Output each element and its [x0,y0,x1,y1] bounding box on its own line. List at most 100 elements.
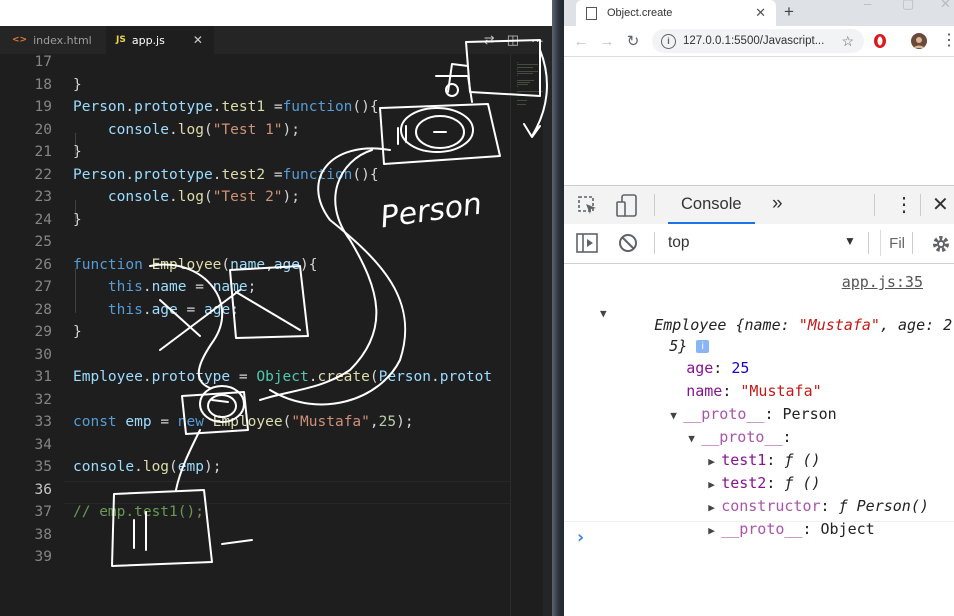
tab-index-html[interactable]: <> index.html [0,26,118,54]
line-number[interactable]: 21 [0,141,52,164]
separator [920,194,921,216]
line-number[interactable]: 17 [0,51,52,74]
bookmark-star-icon[interactable]: ☆ [841,33,854,50]
code-token: Employee [151,256,222,273]
line-number[interactable]: 35 [0,456,52,479]
forward-icon[interactable]: → [594,33,620,50]
minimap-line [517,79,534,81]
code-line[interactable]: this.age = age; [73,299,239,322]
more-actions-icon[interactable]: ··· [531,33,544,48]
line-number[interactable]: 39 [0,546,52,569]
minimize-icon[interactable]: – [864,0,871,11]
code-token: test1 [221,99,266,115]
line-number[interactable]: 23 [0,186,52,209]
console-prompt-icon[interactable]: › [575,527,586,548]
tab-console[interactable]: Console [668,186,755,224]
code-line[interactable]: Person.prototype.test2 =function(){ [73,164,379,187]
address-bar[interactable]: i 127.0.0.1:5500/Javascript... ☆ [652,29,864,53]
open-changes-icon[interactable]: ⇄ [484,32,495,48]
line-number[interactable]: 30 [0,344,52,367]
code-line[interactable]: const emp = new Employee("Mustafa",25); [73,411,414,434]
device-toolbar-icon[interactable] [616,194,638,218]
back-icon[interactable]: ← [568,33,594,50]
line-number[interactable]: 22 [0,164,52,187]
code-line[interactable]: } [73,141,82,164]
line-number[interactable]: 28 [0,299,52,322]
code-token: , [369,414,379,430]
code-token: emp [125,414,152,430]
context-selector[interactable]: top [668,234,690,252]
filter-input[interactable]: Fil [880,230,905,256]
browser-window: Object.create ✕ + – ▢ ✕ ← → ↻ i 127.0.0.… [564,0,954,616]
source-link[interactable]: app.js:35 [842,273,923,291]
editor-scrollbar[interactable] [543,54,552,616]
code-token: ( [203,189,213,205]
browser-tab[interactable]: Object.create ✕ [576,0,776,26]
inspect-element-icon[interactable] [578,196,598,216]
close-devtools-icon[interactable]: ✕ [932,192,949,217]
code-line[interactable]: } [73,74,82,97]
expand-triangle-icon[interactable]: ▼ [600,307,613,320]
close-tab-icon[interactable]: ✕ [755,5,766,21]
editor-title-strip [0,0,552,26]
reload-icon[interactable]: ↻ [620,32,646,50]
code-token: ( [169,459,178,475]
code-line[interactable]: console.log(emp); [73,456,221,479]
maximize-icon[interactable]: ▢ [902,0,914,12]
code-token: ){ [300,256,318,273]
html-file-icon: <> [12,35,28,45]
clear-console-icon[interactable] [618,233,638,253]
settings-gear-icon[interactable] [930,233,952,255]
close-window-icon[interactable]: ✕ [940,0,951,12]
close-tab-icon[interactable]: ✕ [193,33,203,47]
code-line[interactable]: console.log("Test 1"); [73,119,300,142]
line-number[interactable]: 18 [0,74,52,97]
code-token: age [203,301,231,318]
opera-extension-icon[interactable] [872,33,888,49]
tab-console-label: Console [681,194,742,213]
tab-app-js[interactable]: JS app.js ✕ [106,26,214,54]
collapse-triangle-icon[interactable]: ▶ [708,519,721,542]
line-number[interactable]: 38 [0,524,52,547]
line-number[interactable]: 36 [0,479,52,502]
console-output[interactable]: app.js:35 Employee {name: "Mustafa", age… [564,264,954,616]
code-line[interactable]: // emp.test1(); [73,501,204,524]
line-number[interactable]: 34 [0,434,52,457]
code-token: = [265,166,283,183]
more-tabs-icon[interactable]: » [772,193,783,215]
line-number[interactable]: 27 [0,276,52,299]
minimap-line [517,64,538,66]
code-line[interactable]: } [73,321,82,344]
profile-avatar[interactable] [910,33,928,51]
url-text: 127.0.0.1:5500/Javascript... [683,35,825,47]
line-number[interactable]: 25 [0,231,52,254]
code-line[interactable]: console.log("Test 2"); [73,186,300,209]
minimap-line [517,99,528,101]
devtools-tab-bar: Console » ⋮ ✕ [564,185,954,225]
devtools-menu-icon[interactable]: ⋮ [894,192,914,217]
code-line[interactable]: Person.prototype.test1 =function(){ [73,96,379,119]
code-line[interactable]: this.name = name; [73,276,256,299]
line-number[interactable]: 29 [0,321,52,344]
info-icon[interactable]: i [661,33,676,49]
line-number[interactable]: 37 [0,501,52,524]
code-area[interactable]: 17 18} 19 Person.prototype.test1 =function(… [0,54,510,616]
line-number[interactable]: 32 [0,389,52,412]
line-number[interactable]: 31 [0,366,52,389]
browser-tab-strip: Object.create ✕ + – ▢ ✕ [564,0,954,26]
browser-menu-icon[interactable]: ⋮ [941,30,954,50]
split-editor-icon[interactable]: ◫ [507,32,519,48]
line-number[interactable]: 26 [0,254,52,277]
line-number[interactable]: 19 [0,96,52,119]
show-sidebar-icon[interactable] [576,233,598,253]
dropdown-arrow-icon[interactable]: ▼ [844,234,856,248]
code-line[interactable]: Employee.prototype = Object.create(Perso… [73,366,492,389]
proto-row[interactable]: ▶ __proto__: Object [654,495,875,565]
code-line[interactable]: } [73,209,82,232]
code-token: . [125,166,135,183]
new-tab-icon[interactable]: + [784,2,794,22]
code-line[interactable]: function Employee(name,age){ [73,254,317,277]
line-number[interactable]: 24 [0,209,52,232]
line-number[interactable]: 20 [0,119,52,142]
line-number[interactable]: 33 [0,411,52,434]
